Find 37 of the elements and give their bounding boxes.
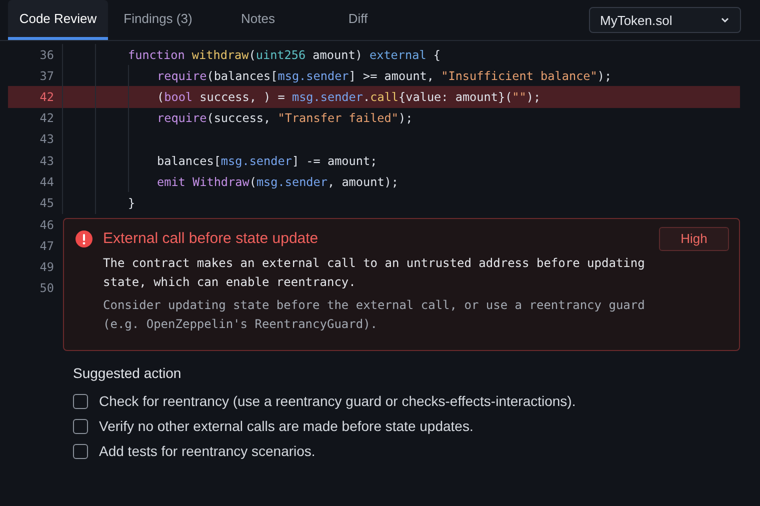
line-number: 45: [38, 196, 54, 210]
section-title: Suggested action: [73, 364, 182, 380]
checkbox-label: Verify no other external calls are made before state updates.: [99, 418, 474, 434]
checkbox-label: Add tests for reentrancy scenarios.: [99, 443, 316, 459]
tab[interactable]: Diff: [308, 0, 408, 40]
checkbox-label: Check for reentrancy (use a reentrancy guard or checks-effects-interactions).: [99, 393, 576, 409]
line-number: 36: [38, 48, 54, 62]
line-number: 50: [38, 280, 54, 298]
code-line: }: [128, 196, 136, 210]
code-line: require(balances[msg.sender] >= amount, "Insufficient balance");: [157, 68, 612, 83]
line-number: 42: [38, 111, 54, 126]
code-line: require(success, "Transfer failed");: [157, 111, 413, 126]
code-line: function withdraw(uint256 amount) external {: [128, 48, 441, 62]
checkbox[interactable]: [73, 444, 88, 458]
severity-badge: High: [659, 226, 729, 250]
finding-advice: Consider updating state before the external call, or use a reentrancy guard (e.g. OpenZeppelin's ReentrancyGuard).: [103, 296, 646, 333]
code-line: emit Withdraw(msg.sender, amount);: [157, 174, 399, 189]
line-number: 43: [38, 132, 54, 146]
line-number: 47: [38, 238, 54, 255]
finding-description: The contract makes an external call to an untrusted address before updating state, which can enable reentrancy.: [103, 254, 646, 290]
chevron-down-icon: [720, 15, 730, 25]
tab[interactable]: Findings (3): [108, 0, 208, 40]
line-number: 49: [38, 258, 54, 276]
file-dropdown[interactable]: MyToken.sol: [589, 7, 741, 33]
finding-title: External call before state update: [103, 230, 320, 247]
code-line: balances[msg.sender] -= amount;: [157, 154, 378, 168]
checkbox[interactable]: [73, 394, 88, 408]
checkbox[interactable]: [73, 418, 88, 434]
line-number: 44: [38, 174, 54, 189]
line-number: 46: [38, 216, 54, 234]
alert-icon: [75, 230, 93, 248]
tab[interactable]: Code Review: [8, 0, 108, 40]
line-number: 37: [38, 68, 54, 83]
line-number: 43: [38, 154, 54, 168]
tab[interactable]: Notes: [208, 0, 308, 40]
line-number: 42: [38, 90, 54, 104]
code-line: (bool success, ) = msg.sender.call{value: amount}("");: [157, 90, 541, 104]
